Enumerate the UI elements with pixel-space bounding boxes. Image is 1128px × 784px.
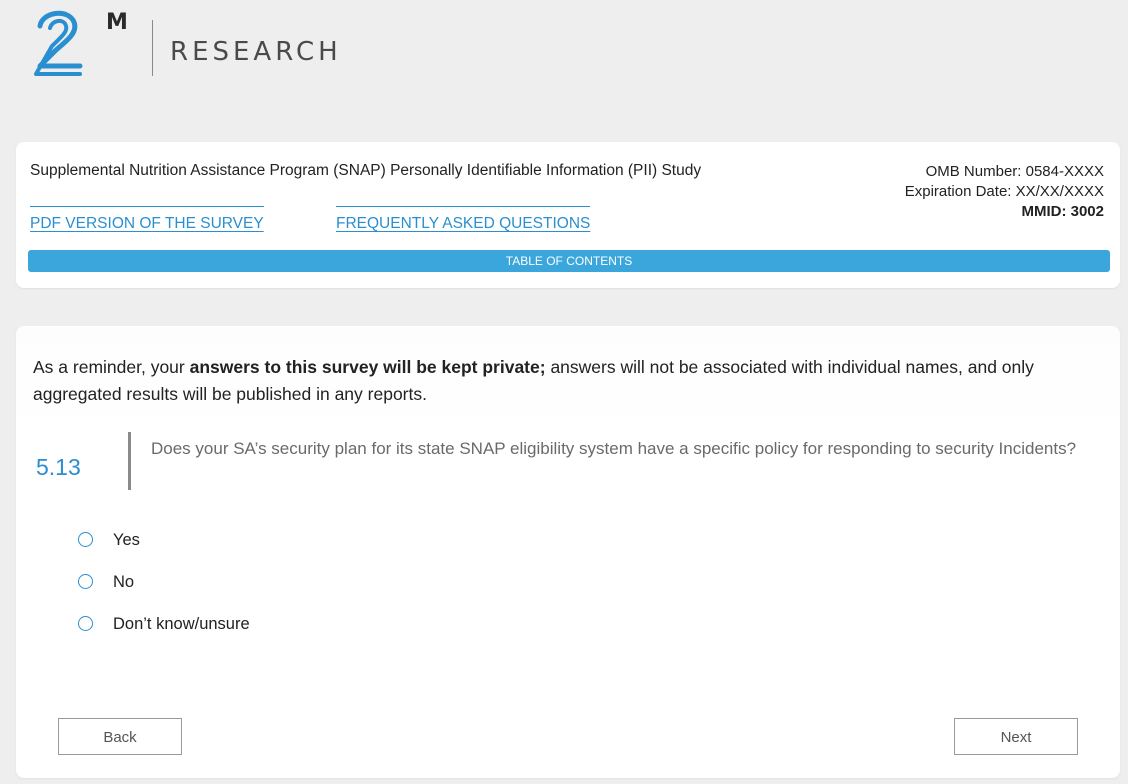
omb-info: OMB Number: 0584-XXXX Expiration Date: X… [905,162,1104,222]
logo-divider [152,20,153,76]
back-button[interactable]: Back [58,718,182,755]
logo-wordmark: RESEARCH [170,37,342,67]
question-text: Does your SA’s security plan for its sta… [151,439,1077,458]
faq-link[interactable]: FREQUENTLY ASKED QUESTIONS [336,206,591,233]
expiration-date: Expiration Date: XX/XX/XXXX [904,183,1104,200]
company-logo: M RESEARCH [28,4,388,84]
question-block: 5.13 Does your SA’s security plan for it… [36,430,1106,490]
privacy-reminder: As a reminder, your answers to this surv… [33,354,1093,408]
table-of-contents-button[interactable]: TABLE OF CONTENTS [28,250,1110,272]
option-label: No [113,573,135,591]
reminder-text-before: As a reminder, your [33,357,190,377]
pdf-version-link[interactable]: PDF VERSION OF THE SURVEY [30,206,264,233]
radio-button[interactable] [78,574,93,589]
question-divider [128,432,131,490]
option-label: Yes [113,531,140,549]
radio-button[interactable] [78,616,93,631]
next-button[interactable]: Next [954,718,1078,755]
question-card: As a reminder, your answers to this surv… [16,326,1120,778]
mmid-label: MMID: 3002 [1021,203,1104,220]
radio-button[interactable] [78,532,93,547]
option-label: Don’t know/unsure [113,615,250,633]
study-title: Supplemental Nutrition Assistance Progra… [30,162,702,179]
reminder-text-bold: answers to this survey will be kept priv… [189,357,546,377]
survey-header: Supplemental Nutrition Assistance Progra… [16,142,1120,288]
logo-superscript: M [106,10,128,35]
2m-logo-mark-icon [34,10,83,76]
question-number: 5.13 [36,454,81,480]
omb-number: OMB Number: 0584-XXXX [925,163,1104,180]
